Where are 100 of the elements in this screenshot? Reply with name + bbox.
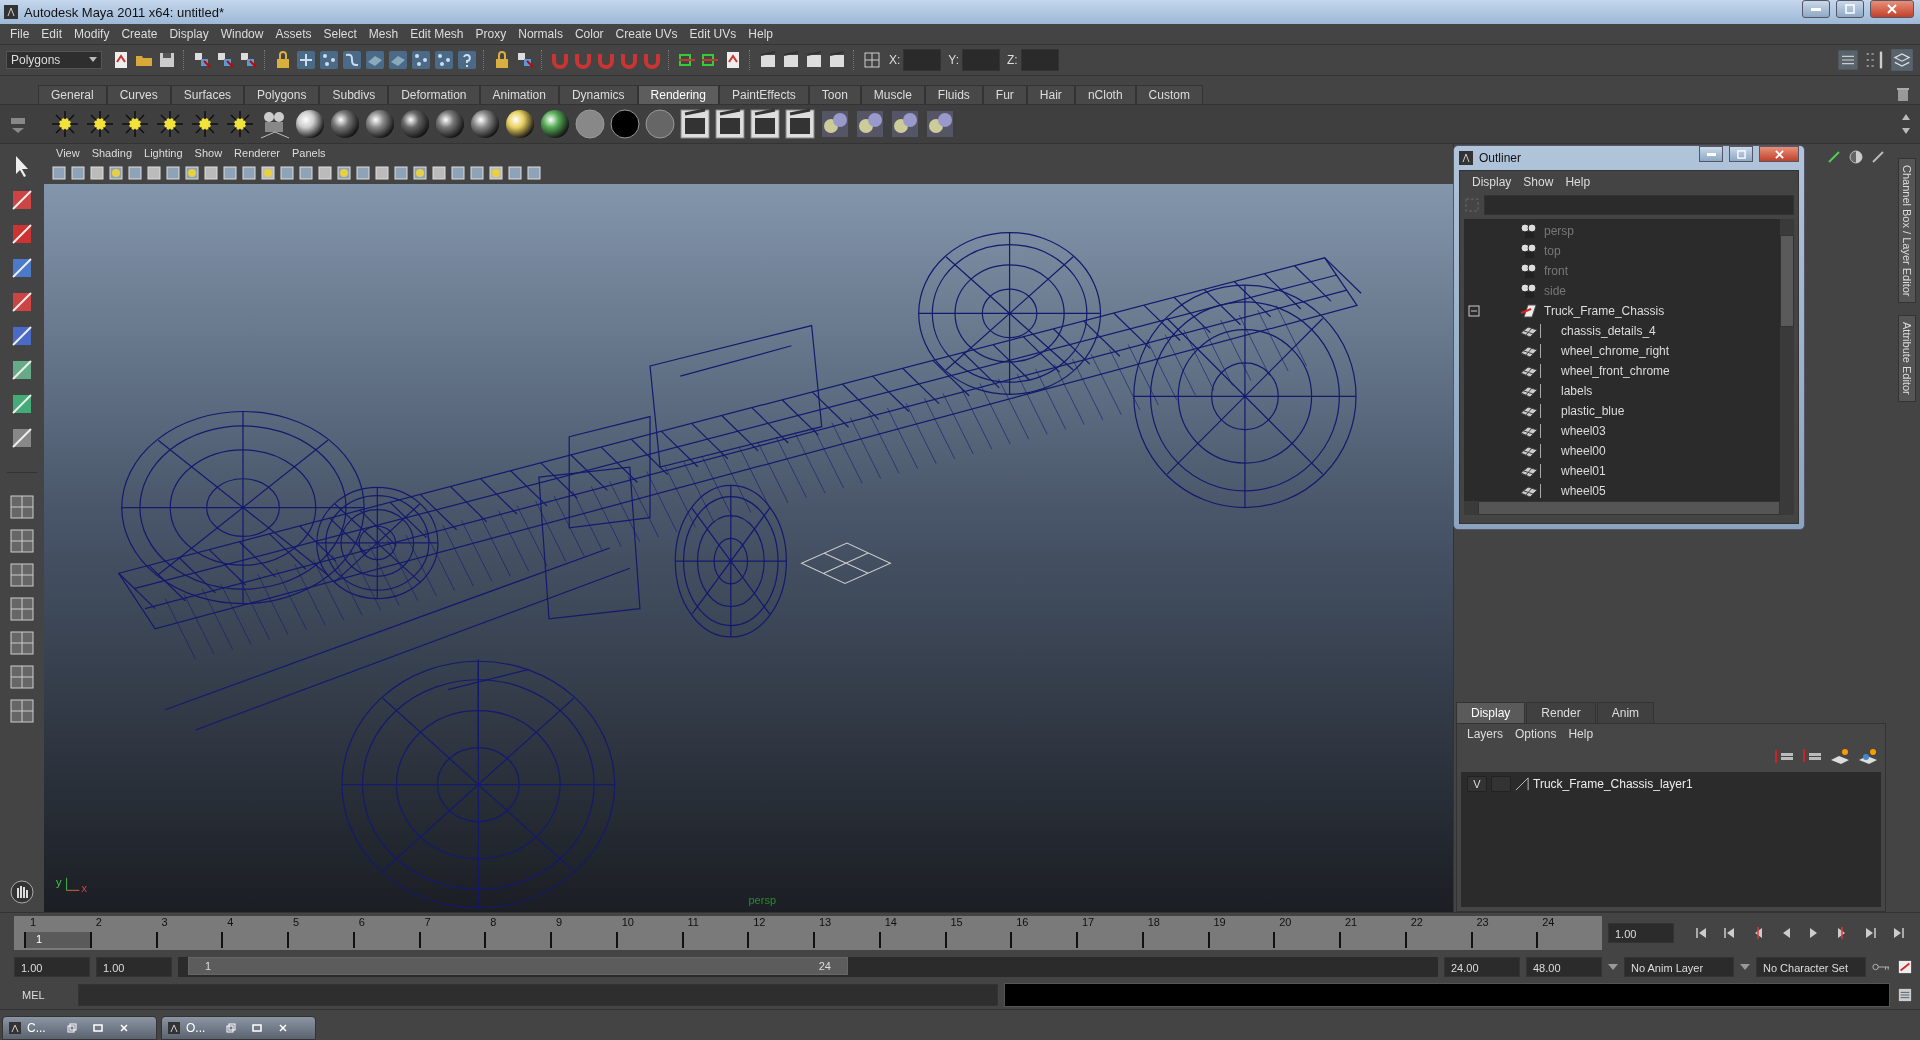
single-view-icon[interactable] bbox=[8, 493, 36, 521]
layers-icon[interactable] bbox=[1890, 48, 1914, 72]
close-icon[interactable] bbox=[119, 1023, 129, 1033]
collapse-icon[interactable] bbox=[1468, 305, 1480, 317]
point-light-icon[interactable] bbox=[119, 108, 151, 140]
outliner-item[interactable]: labels bbox=[1540, 384, 1593, 398]
panel-menu-item[interactable]: Panels bbox=[285, 147, 332, 159]
volume-light-icon[interactable] bbox=[224, 108, 256, 140]
spot-light-icon[interactable] bbox=[154, 108, 186, 140]
render-icon[interactable] bbox=[758, 50, 778, 70]
outliner-menu-item[interactable]: Display bbox=[1466, 175, 1518, 189]
scrollbar-thumb[interactable] bbox=[1478, 501, 1780, 515]
material-icon[interactable] bbox=[854, 108, 886, 140]
outliner-item[interactable]: wheel05 bbox=[1540, 484, 1606, 498]
close-button[interactable] bbox=[1870, 0, 1914, 18]
highlight-icon[interactable] bbox=[515, 50, 535, 70]
sphere-icon[interactable] bbox=[329, 108, 361, 140]
layer-tab[interactable]: Display bbox=[1456, 702, 1526, 723]
menu-item[interactable]: Edit Mesh bbox=[404, 27, 470, 41]
hypershade-layout-icon[interactable] bbox=[8, 663, 36, 691]
mode-dropdown[interactable]: Polygons bbox=[6, 51, 102, 69]
shader-ball-icon[interactable] bbox=[504, 108, 536, 140]
flat-disc-icon[interactable] bbox=[574, 108, 606, 140]
shelf-tab[interactable]: Toon bbox=[808, 85, 861, 104]
menu-item[interactable]: Proxy bbox=[469, 27, 513, 41]
filter-field[interactable] bbox=[1484, 195, 1794, 215]
clapperboard-icon[interactable] bbox=[784, 108, 816, 140]
sphere-icon[interactable] bbox=[434, 108, 466, 140]
outliner-item[interactable]: wheel03 bbox=[1540, 424, 1606, 438]
layer-menu-item[interactable]: Help bbox=[1562, 727, 1600, 741]
layer-name[interactable]: Truck_Frame_Chassis_layer1 bbox=[1533, 777, 1693, 791]
outliner-item[interactable]: plastic_blue bbox=[1540, 404, 1625, 418]
outliner-item[interactable]: wheel00 bbox=[1540, 444, 1606, 458]
shelf-tab[interactable]: General bbox=[38, 85, 107, 104]
clapperboard-icon[interactable] bbox=[749, 108, 781, 140]
perspective-viewport[interactable]: y x persp bbox=[44, 184, 1453, 912]
render-ipr-icon[interactable] bbox=[781, 50, 801, 70]
shelf-tab[interactable]: Dynamics bbox=[558, 85, 638, 104]
select-object-icon[interactable] bbox=[215, 50, 235, 70]
shelf-tab[interactable]: nCloth bbox=[1074, 85, 1136, 104]
shelf-tab[interactable]: Muscle bbox=[860, 85, 925, 104]
shelf-tab[interactable]: PaintEffects bbox=[718, 85, 809, 104]
sphere-icon[interactable] bbox=[364, 108, 396, 140]
playback-start-field[interactable]: 1.00 bbox=[96, 957, 172, 977]
menu-item[interactable]: Normals bbox=[512, 27, 569, 41]
menu-item[interactable]: Display bbox=[163, 27, 215, 41]
shelf-tab[interactable]: Hair bbox=[1026, 85, 1075, 104]
script-layout-icon[interactable] bbox=[8, 697, 36, 725]
vertex-icon[interactable] bbox=[319, 50, 339, 70]
render-ball-icon[interactable] bbox=[294, 108, 326, 140]
shelf-tab[interactable]: Animation bbox=[479, 85, 559, 104]
sphere-icon[interactable] bbox=[399, 108, 431, 140]
close-button[interactable] bbox=[1759, 146, 1799, 162]
curve-icon[interactable] bbox=[342, 50, 362, 70]
hand-icon[interactable] bbox=[8, 878, 36, 906]
panel-menu-item[interactable]: Renderer bbox=[228, 147, 286, 159]
menu-item[interactable]: File bbox=[4, 27, 36, 41]
end-time-field[interactable]: 48.00 bbox=[1526, 957, 1602, 977]
select-component-icon[interactable] bbox=[238, 50, 258, 70]
minimize-button[interactable] bbox=[1699, 146, 1723, 162]
caret-icon[interactable] bbox=[1740, 964, 1750, 970]
menu-item[interactable]: Assets bbox=[269, 27, 318, 41]
start-time-field[interactable]: 1.00 bbox=[14, 957, 90, 977]
coordinate-field[interactable] bbox=[962, 49, 1001, 71]
new-layer-icon[interactable] bbox=[1829, 747, 1851, 765]
menu-item[interactable]: Color bbox=[568, 27, 610, 41]
maximize-icon[interactable] bbox=[93, 1023, 103, 1033]
shelf-tab[interactable]: Subdivs bbox=[319, 85, 389, 104]
preferences-icon[interactable] bbox=[1896, 960, 1914, 974]
half-circle-icon[interactable] bbox=[1848, 149, 1864, 165]
maximize-button[interactable] bbox=[1836, 0, 1864, 18]
four-view-icon[interactable] bbox=[8, 527, 36, 555]
area-light-icon[interactable] bbox=[189, 108, 221, 140]
anim-layer-dropdown[interactable]: No Anim Layer bbox=[1624, 957, 1734, 977]
render-batch-icon[interactable] bbox=[827, 50, 847, 70]
layer-tab[interactable]: Render bbox=[1526, 702, 1596, 723]
maximize-button[interactable] bbox=[1729, 146, 1753, 162]
outliner-item[interactable]: wheel_chrome_right bbox=[1540, 344, 1670, 358]
clapperboard-icon[interactable] bbox=[714, 108, 746, 140]
minimized-window[interactable]: C... bbox=[2, 1016, 157, 1040]
material-icon[interactable] bbox=[889, 108, 921, 140]
outliner-layout-icon[interactable] bbox=[8, 561, 36, 589]
shelf-tab[interactable]: Custom bbox=[1135, 85, 1203, 104]
shelf-tab[interactable]: Fur bbox=[982, 85, 1027, 104]
outliner-menu-item[interactable]: Show bbox=[1517, 175, 1560, 189]
caret-icon[interactable] bbox=[1608, 964, 1618, 970]
menu-item[interactable]: Create bbox=[115, 27, 164, 41]
clapperboard-icon[interactable] bbox=[679, 108, 711, 140]
transform-icon[interactable] bbox=[862, 50, 882, 70]
material-icon[interactable] bbox=[819, 108, 851, 140]
graph-layout-icon[interactable] bbox=[8, 629, 36, 657]
ramp-ball-icon[interactable] bbox=[539, 108, 571, 140]
menu-item[interactable]: Create UVs bbox=[609, 27, 684, 41]
move-layer-down-icon[interactable] bbox=[1801, 747, 1823, 765]
side-tab[interactable]: Attribute Editor bbox=[1898, 315, 1916, 403]
outliner-item[interactable]: Truck_Frame_Chassis bbox=[1544, 304, 1665, 318]
restore-icon[interactable] bbox=[67, 1023, 77, 1033]
scrollbar-thumb[interactable] bbox=[1780, 235, 1794, 327]
time-slider[interactable]: 1 1 2 3 4 5 6 7 8 9 10 11 12 13 14 15 16 17 18 19 20 21 22 23 24 bbox=[14, 916, 1602, 950]
panel-menu-item[interactable]: Lighting bbox=[138, 147, 189, 159]
